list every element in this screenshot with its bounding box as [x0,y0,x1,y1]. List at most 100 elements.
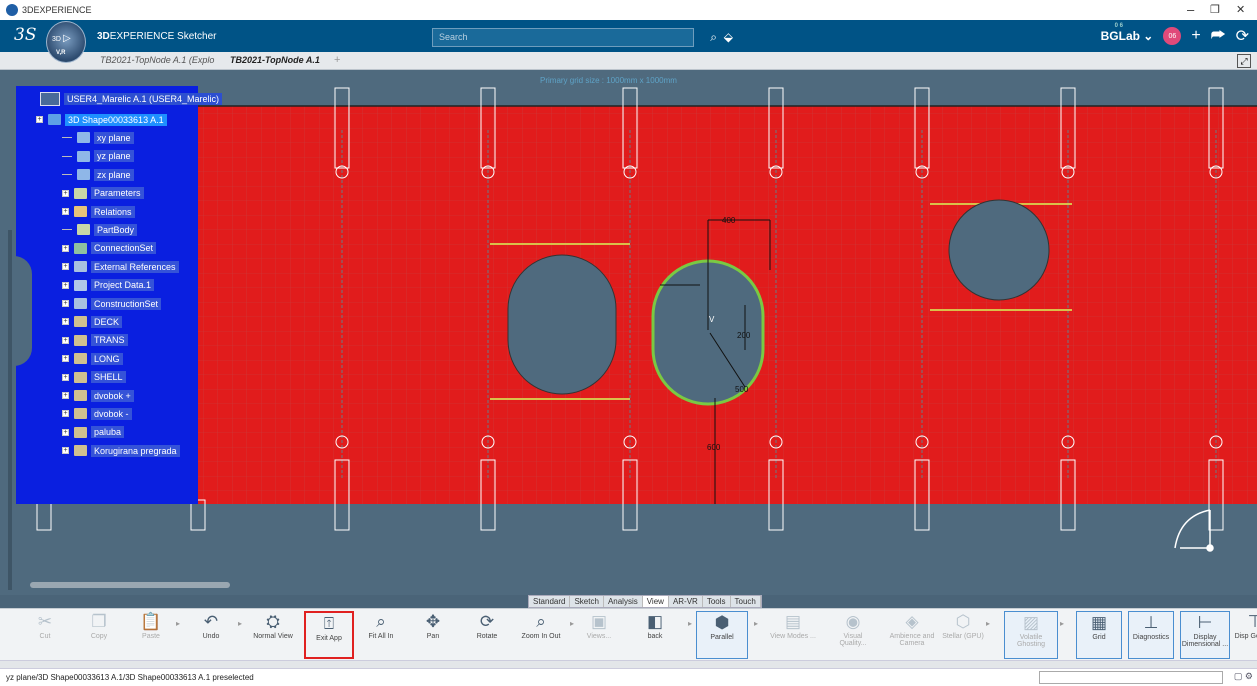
disp-geomet-button[interactable]: ⊤ Disp Geomet [1232,611,1257,659]
tab-topnode[interactable]: TB2021-TopNode A.1 [230,55,320,65]
share-icon[interactable]: ⮫ [1211,27,1226,45]
volatile-ghosting-button[interactable]: ▨ Volatile Ghosting [1004,611,1058,659]
views-button[interactable]: ▣ Views... [576,611,622,659]
tree-node[interactable]: PartBody [62,222,138,237]
expand-toggle-icon[interactable]: + [62,373,69,381]
expand-toggle-icon[interactable]: + [62,428,69,436]
pan-button[interactable]: ✥ Pan [410,611,456,659]
tree-node[interactable]: zx plane [62,167,134,182]
expand-toggle-icon[interactable]: + [62,300,69,307]
tab-topnode-explore[interactable]: TB2021-TopNode A.1 (Explo [100,55,214,65]
compass-apps-icon[interactable]: ⟳ [1236,26,1249,46]
search-icon[interactable]: ⌕ [710,30,717,45]
horizontal-scrollbar[interactable] [30,582,230,588]
expand-toggle-icon[interactable]: + [62,447,69,455]
tab-sketch[interactable]: Sketch [570,596,604,607]
copy-button[interactable]: ❐ Copy [76,611,122,659]
expand-arrow-icon[interactable]: ▸ [176,619,180,628]
tree-root-node[interactable]: USER4_Marelic A.1 (USER4_Marelic) [40,92,223,106]
3d-viewport[interactable]: 400 200 500 600 V Primary grid size : 10… [0,70,1257,595]
expand-arrow-icon[interactable]: ▸ [570,619,574,628]
rotate-button[interactable]: ⟳ Rotate [464,611,510,659]
tree-node[interactable]: + dvobok - [62,406,132,421]
expand-toggle-icon[interactable]: + [62,355,69,363]
specification-tree[interactable]: +3D Shape00033613 A.1 xy plane yz plane zx … [16,86,198,504]
grid-button[interactable]: ▦ Grid [1076,611,1122,659]
tree-node[interactable]: xy plane [62,130,134,145]
fit-all-in-button[interactable]: ⌕ Fit All In [358,611,404,659]
tree-node[interactable]: + Korugirana pregrada [62,443,180,458]
user-menu[interactable]: 0 6 BGLab ⌄ [1101,23,1154,43]
expand-arrow-icon[interactable]: ▸ [754,619,758,628]
dimension-label[interactable]: 600 [707,443,721,452]
normal-view-button[interactable]: ⛭ Normal View [250,611,296,659]
minimize-button[interactable]: – [1187,2,1194,17]
tab-analysis[interactable]: Analysis [604,596,643,607]
expand-arrow-icon[interactable]: ▸ [238,619,242,628]
cut-button[interactable]: ✂ Cut [22,611,68,659]
dimension-label[interactable]: 200 [737,331,751,340]
dimension-label[interactable]: 500 [735,385,749,394]
view-modes-button[interactable]: ▤ View Modes ... [770,611,816,659]
expand-toggle-icon[interactable]: + [62,336,69,344]
tree-node[interactable]: yz plane [62,149,134,164]
parallel-button[interactable]: ⬢ Parallel [696,611,748,659]
maximize-viewer-icon[interactable]: ⤢ [1237,54,1251,68]
tree-node[interactable]: + paluba [62,425,125,440]
3ds-logo-icon[interactable]: 3S [14,24,38,51]
tree-node[interactable]: + Parameters [62,186,144,201]
toolbar-scrollbar[interactable] [0,660,1257,668]
expand-toggle-icon[interactable]: + [36,116,43,123]
zoom-in-out-button[interactable]: ⌕ Zoom In Out [518,611,564,659]
tree-node[interactable]: + dvobok + [62,388,134,403]
tab-touch[interactable]: Touch [731,596,761,607]
tree-scrollbar[interactable] [8,230,12,590]
tree-node[interactable]: + External References [62,259,179,274]
maximize-button[interactable]: ❐ [1210,3,1220,16]
tree-node[interactable]: + ConnectionSet [62,241,157,256]
tree-node[interactable]: + TRANS [62,333,128,348]
expand-toggle-icon[interactable]: + [62,244,69,252]
ambience-and-camera-button[interactable]: ◈ Ambience and Camera [886,611,938,659]
back-button[interactable]: ◧ back [632,611,678,659]
tree-node[interactable]: + SHELL [62,370,126,385]
expand-toggle-icon[interactable]: + [62,263,69,271]
diagnostics-button[interactable]: ⊥ Diagnostics [1128,611,1174,659]
undo-button[interactable]: ↶ Undo [188,611,234,659]
expand-toggle-icon[interactable]: + [62,189,69,197]
scissors-icon: ✂ [37,612,53,631]
tree-node[interactable]: + DECK [62,314,123,329]
tag-icon[interactable]: ⬙ [724,30,733,44]
paste-button[interactable]: 📋 Paste [128,611,174,659]
visual-quality-button[interactable]: ◉ Visual Quality... [830,611,876,659]
expand-arrow-icon[interactable]: ▸ [688,619,692,628]
search-input[interactable]: Search ⌕ ⬙ [432,28,733,47]
expand-arrow-icon[interactable]: ▸ [1060,619,1064,628]
tab-ar-vr[interactable]: AR-VR [669,596,703,607]
tab-tools[interactable]: Tools [703,596,731,607]
command-input[interactable] [1039,671,1223,684]
status-icons[interactable]: ▢ ⚙ [1234,671,1253,682]
tree-node[interactable]: + Relations [62,204,135,219]
close-button[interactable]: ✕ [1236,3,1245,16]
tab-view[interactable]: View [642,596,669,607]
stellar-gpu-button[interactable]: ⬡ Stellar (GPU) [940,611,986,659]
avatar[interactable]: 06 [1163,27,1182,45]
tree-node[interactable]: + ConstructionSet [62,296,162,311]
display-dimensional-button[interactable]: ⊢ Display Dimensional ... [1180,611,1230,659]
expand-arrow-icon[interactable]: ▸ [986,619,990,628]
exit-app-button[interactable]: ⍐ Exit App [304,611,354,659]
tree-node[interactable]: +3D Shape00033613 A.1 [36,112,167,127]
dimension-label[interactable]: 400 [722,216,736,225]
compass-widget[interactable]: 3D ▷ V,R [46,21,86,63]
tree-node[interactable]: + Project Data.1 [62,278,155,293]
tree-node[interactable]: + LONG [62,351,123,366]
expand-toggle-icon[interactable]: + [62,208,69,215]
add-icon[interactable]: + [1191,27,1200,45]
tab-standard[interactable]: Standard [529,596,571,607]
new-tab-button[interactable]: + [334,54,340,66]
expand-toggle-icon[interactable]: + [62,410,69,418]
expand-toggle-icon[interactable]: + [62,281,69,289]
expand-toggle-icon[interactable]: + [62,392,69,399]
expand-toggle-icon[interactable]: + [62,318,69,326]
